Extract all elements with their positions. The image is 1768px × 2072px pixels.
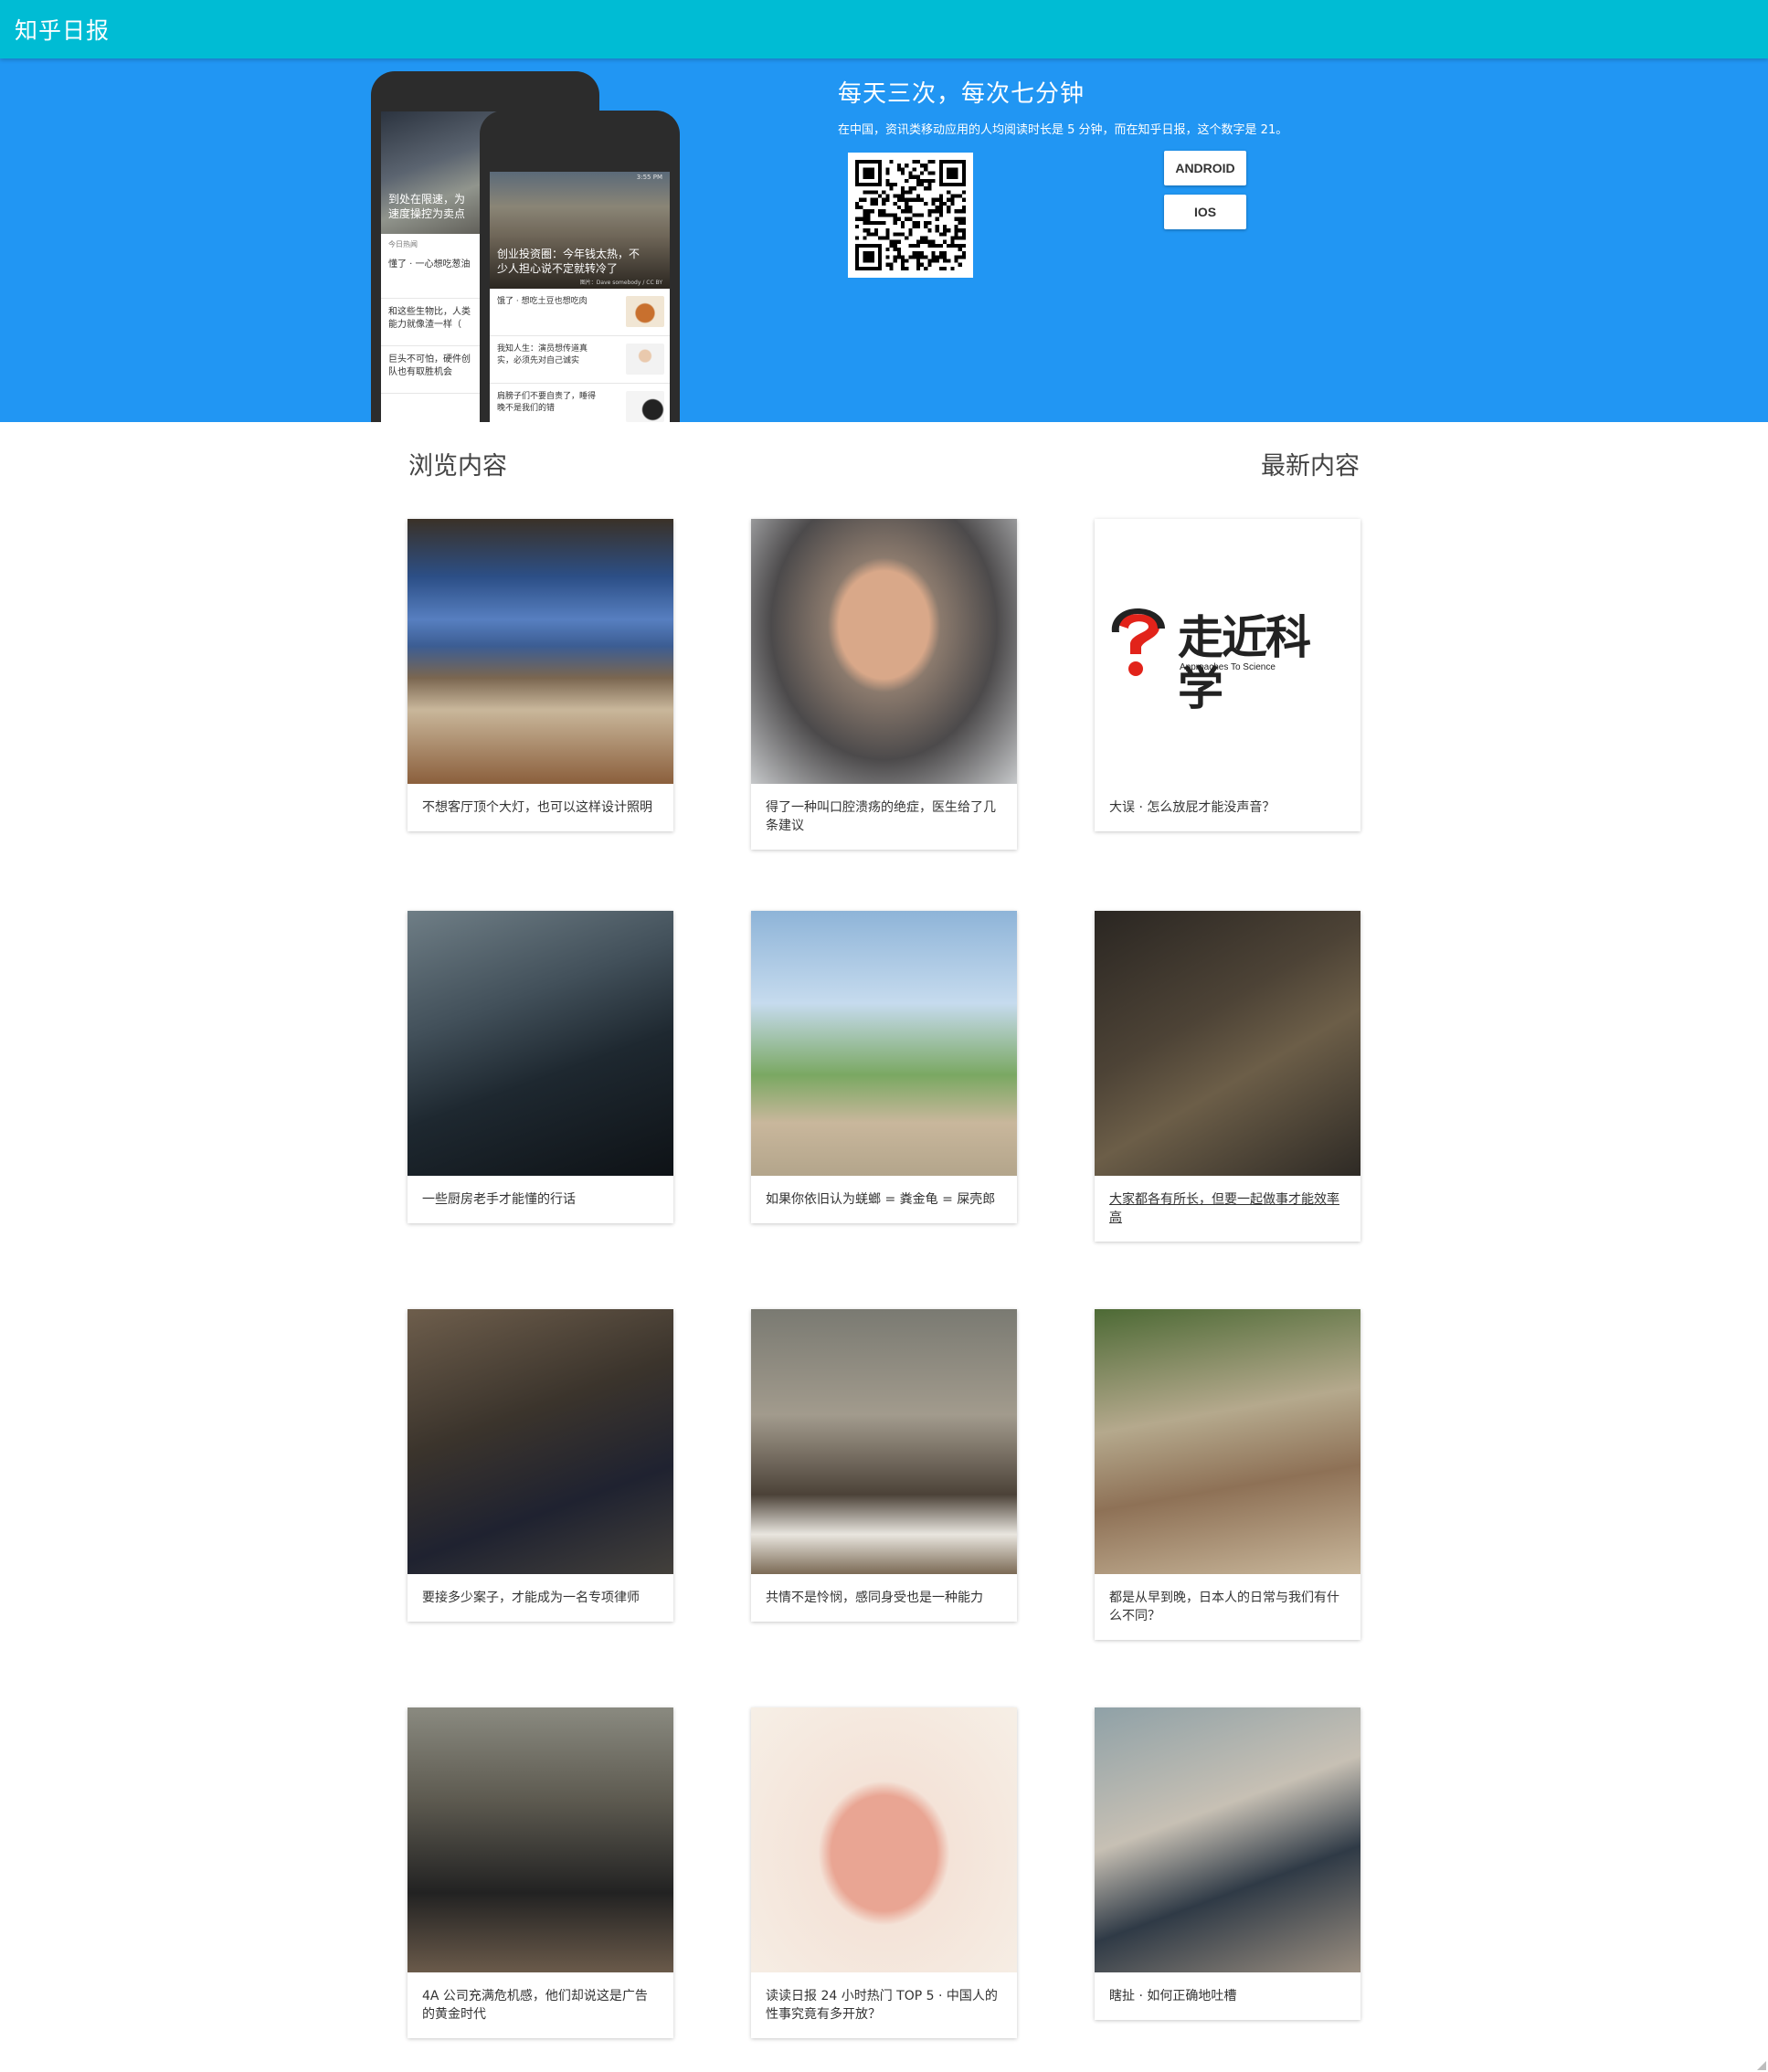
hero-title: 每天三次，每次七分钟 — [838, 80, 1085, 108]
approaches-to-science-logo: 走近科学 Approaches To Science — [1108, 605, 1348, 714]
story-image — [751, 519, 1017, 784]
story-title[interactable]: 4A 公司充满危机感，他们却说这是广告的黄金时代 — [408, 1972, 673, 2038]
story-title[interactable]: 共情不是怜悯，感同身受也是一种能力 — [751, 1574, 1017, 1622]
story-card[interactable]: 一些厨房老手才能懂的行话 — [408, 911, 673, 1223]
story-image — [751, 1707, 1017, 1972]
phone-front-item: 肩膀子们不要自责了，睡得 晚不是我们的错 — [490, 384, 670, 422]
story-image — [1095, 1309, 1360, 1574]
story-card[interactable]: 走近科学 Approaches To Science 大误 · 怎么放屁才能没声… — [1095, 519, 1360, 831]
story-title[interactable]: 瞎扯 · 如何正确地吐槽 — [1095, 1972, 1360, 2020]
story-card[interactable]: 大家都各有所长，但要一起做事才能效率高 — [1095, 911, 1360, 1242]
qr-code-icon — [855, 160, 966, 270]
story-card[interactable]: 都是从早到晚，日本人的日常与我们有什么不同？ — [1095, 1309, 1360, 1640]
phone-front-hero-image: 3:55 PM 创业投资圈：今年钱太热，不 少人担心说不定就转冷了 图片：Dav… — [490, 172, 670, 289]
story-title[interactable]: 要接多少案子，才能成为一名专项律师 — [408, 1574, 673, 1622]
story-image — [751, 1309, 1017, 1574]
phone-front-item-title: 肩膀子们不要自责了，睡得 晚不是我们的错 — [497, 392, 597, 413]
story-image — [408, 911, 673, 1176]
logo-english: Approaches To Science — [1180, 662, 1276, 672]
phone-front-screen: 3:55 PM 创业投资圈：今年钱太热，不 少人担心说不定就转冷了 图片：Dav… — [490, 172, 670, 422]
phone-front-item-title: 饿了 · 想吃土豆也想吃肉 — [497, 297, 588, 306]
story-title[interactable]: 读读日报 24 小时热门 TOP 5 · 中国人的性事究竟有多开放？ — [751, 1972, 1017, 2038]
story-image — [1095, 911, 1360, 1176]
story-title[interactable]: 都是从早到晚，日本人的日常与我们有什么不同？ — [1095, 1574, 1360, 1640]
story-image — [408, 1707, 673, 1972]
story-image — [1095, 1707, 1360, 1972]
story-card[interactable]: 要接多少案子，才能成为一名专项律师 — [408, 1309, 673, 1622]
story-title[interactable]: 不想客厅顶个大灯，也可以这样设计照明 — [408, 784, 673, 831]
android-download-button[interactable]: ANDROID — [1164, 151, 1246, 185]
story-title[interactable]: 大家都各有所长，但要一起做事才能效率高 — [1095, 1176, 1360, 1242]
site-brand[interactable]: 知乎日报 — [15, 13, 110, 46]
story-card[interactable]: 4A 公司充满危机感，他们却说这是广告的黄金时代 — [408, 1707, 673, 2038]
phone-mockup-front: 3:55 PM 创业投资圈：今年钱太热，不 少人担心说不定就转冷了 图片：Dav… — [480, 111, 680, 422]
story-image — [408, 1309, 673, 1574]
phone-status-time: 3:55 PM — [636, 174, 662, 181]
story-card[interactable]: 得了一种叫口腔溃疡的绝症，医生给了几条建议 — [751, 519, 1017, 850]
top-app-bar: 知乎日报 — [0, 0, 1768, 58]
resize-corner-icon — [1757, 2061, 1766, 2070]
story-title[interactable]: 得了一种叫口腔溃疡的绝症，医生给了几条建议 — [751, 784, 1017, 850]
latest-content-heading[interactable]: 最新内容 — [1261, 446, 1360, 481]
browse-content-heading[interactable]: 浏览内容 — [408, 446, 507, 481]
ios-download-button[interactable]: IOS — [1164, 195, 1246, 229]
story-image — [408, 519, 673, 784]
story-title[interactable]: 如果你依旧认为蜣螂 = 粪金龟 = 屎壳郎 — [751, 1176, 1017, 1223]
story-title[interactable]: 一些厨房老手才能懂的行话 — [408, 1176, 673, 1223]
object-thumbnail — [626, 391, 664, 422]
story-card[interactable]: 共情不是怜悯，感同身受也是一种能力 — [751, 1309, 1017, 1622]
phone-front-hero-meta: 图片：Dave somebody / CC BY — [579, 280, 662, 286]
story-image: 走近科学 Approaches To Science — [1095, 519, 1360, 784]
science-logo-icon — [1111, 608, 1165, 676]
phone-front-item-title: 我知人生：演员想传道真 实，必须先对自己诚实 — [497, 344, 588, 365]
qr-code — [848, 153, 973, 278]
phone-front-item: 我知人生：演员想传道真 实，必须先对自己诚实 — [490, 336, 670, 384]
person-thumbnail — [626, 344, 664, 375]
phone-front-item: 饿了 · 想吃土豆也想吃肉 — [490, 289, 670, 336]
phone-front-hero-caption: 创业投资圈：今年钱太热，不 少人担心说不定就转冷了 — [497, 248, 641, 275]
story-image — [751, 911, 1017, 1176]
story-card[interactable]: 如果你依旧认为蜣螂 = 粪金龟 = 屎壳郎 — [751, 911, 1017, 1223]
story-card[interactable]: 读读日报 24 小时热门 TOP 5 · 中国人的性事究竟有多开放？ — [751, 1707, 1017, 2038]
hero-banner: 到处在限速，为 速度操控为卖点 今日热闻 懂了 · 一心想吃葱油 和这些生物比，… — [0, 58, 1768, 422]
hero-text: 每天三次，每次七分钟 在中国，资讯类移动应用的人均阅读时长是 5 分钟，而在知乎… — [838, 75, 1287, 137]
hero-subtitle: 在中国，资讯类移动应用的人均阅读时长是 5 分钟，而在知乎日报，这个数字是 21… — [838, 123, 1288, 137]
food-thumbnail — [626, 296, 664, 327]
story-card[interactable]: 瞎扯 · 如何正确地吐槽 — [1095, 1707, 1360, 2020]
story-title[interactable]: 大误 · 怎么放屁才能没声音？ — [1095, 784, 1360, 831]
story-card[interactable]: 不想客厅顶个大灯，也可以这样设计照明 — [408, 519, 673, 831]
